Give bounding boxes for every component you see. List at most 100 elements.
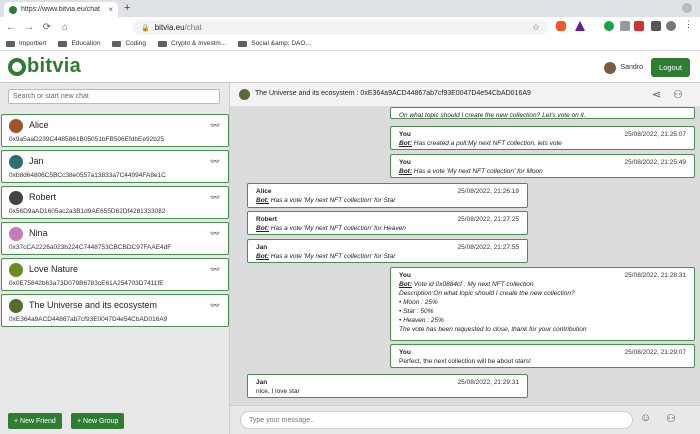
message-bubble: Jan 25/08/2022, 21:29:31 nice, I love star [247, 374, 528, 398]
puzzle-icon[interactable] [651, 21, 661, 31]
address-bar[interactable]: 🔒 bitvia.eu/chat ☆ [133, 20, 548, 35]
address-path: /chat [184, 23, 202, 32]
contact-item[interactable]: Alice 👓 0x9a5aaD239C4485861B05051bFB506Efd… [1, 114, 229, 147]
logout-button[interactable]: Logout [651, 58, 690, 77]
message-bubble: You 25/08/2022, 21:28:31 Bot: Vote id 0x08… [390, 267, 695, 341]
add-member-icon[interactable]: ⚇ [673, 88, 683, 101]
message-bubble: On what topic should I create the new co… [390, 107, 695, 119]
glasses-icon: 👓 [210, 301, 220, 310]
bot-label: Bot: [256, 225, 269, 232]
message-time: 25/08/2022, 21:27:55 [457, 244, 519, 251]
contact-name: The Universe and its ecosystem [29, 300, 158, 310]
send-money-icon[interactable]: ⚇ [666, 412, 676, 425]
message-text: nice, I love star [256, 388, 300, 395]
emoji-icon[interactable]: ☺ [640, 412, 651, 424]
home-icon[interactable]: ⌂ [58, 22, 72, 33]
contacts-sidebar: Search or start new chat Alice 👓 0x9a5aaD2… [0, 83, 230, 434]
message-text: Bot: Vote id 0x0884cf : My next NFT coll… [399, 280, 686, 289]
tab-title: https://www.bitvia.eu/chat [21, 6, 100, 13]
user-box: Sandro Logout [604, 58, 690, 77]
contact-address: 0x37cCA2226a023b224C7448753CBCBDC97FAAE4… [9, 244, 172, 251]
contact-avatar [9, 119, 23, 133]
bot-label: Bot: [399, 168, 412, 175]
message-time: 25/08/2022, 21:27:25 [457, 216, 519, 223]
menu-icon[interactable]: ⋮ [684, 19, 694, 29]
folder-icon [58, 40, 68, 47]
brave-shield-icon[interactable] [556, 21, 566, 31]
reload-icon[interactable]: ⟳ [40, 22, 54, 33]
bookmark-crypto[interactable]: Crypto & Investm... [157, 40, 226, 47]
contact-avatar [9, 299, 23, 313]
profile-icon[interactable] [666, 21, 676, 31]
message-bubble: Jan 25/08/2022, 21:27:55 Bot: Has a vote '… [247, 239, 528, 263]
folder-icon [6, 40, 15, 47]
share-icon[interactable]: ⋖ [652, 88, 661, 101]
folder-icon [157, 40, 167, 47]
contact-avatar [9, 191, 23, 205]
address-host: bitvia.eu [154, 23, 185, 32]
new-friend-button[interactable]: + New Friend [8, 413, 62, 429]
glasses-icon: 👓 [210, 157, 220, 166]
bookmark-education[interactable]: Education [58, 40, 100, 47]
bookmark-coding[interactable]: Coding [112, 40, 146, 47]
contact-address: 0x9a5aaD239C4485861B05051bFB506EfdbEe92b… [9, 136, 165, 143]
back-icon[interactable]: ← [4, 22, 18, 33]
grammarly-icon[interactable] [604, 21, 614, 31]
contact-address: 0xE364a9ACD44867ab7cf93E0047D4e54CbAD016… [9, 316, 168, 323]
extension-icon[interactable] [620, 21, 630, 31]
tab-search-icon[interactable] [682, 3, 692, 13]
browser-tab-bar: https://www.bitvia.eu/chat × + [0, 0, 700, 17]
bookmark-importiert[interactable]: Importiert [6, 40, 46, 47]
message-input[interactable]: Type your message.. [240, 411, 633, 429]
contact-avatar [9, 263, 23, 277]
new-group-button[interactable]: + New Group [71, 413, 125, 429]
bookmark-social[interactable]: Social &amp; DAO... [238, 40, 311, 47]
contact-item[interactable]: Love Nature 👓 0x0E75842b63a73D079B6783cE61… [1, 258, 229, 291]
bitvia-logo[interactable]: bitvia [8, 55, 81, 78]
favicon-icon [9, 5, 17, 14]
contact-name: Jan [29, 156, 44, 166]
message-text: Bot: Has a vote 'My next NFT collection'… [256, 252, 519, 261]
contact-item[interactable]: Nina 👓 0x37cCA2226a023b224C7448753CBCBDC97… [1, 222, 229, 255]
contact-name: Love Nature [29, 264, 79, 274]
glasses-icon: 👓 [210, 193, 220, 202]
message-time: 25/08/2022, 21:29:07 [624, 349, 686, 356]
contact-name: Nina [29, 228, 48, 238]
message-time: 25/08/2022, 21:25:49 [624, 159, 686, 166]
browser-tab[interactable]: https://www.bitvia.eu/chat × [4, 2, 118, 17]
contact-item[interactable]: Jan 👓 0xb8d64806C5BCc38e0557a13833a7C44994… [1, 150, 229, 183]
chat-avatar [239, 89, 250, 100]
contact-address: 0x56D9aAD1605ac2a3B1d9AE655D62Df42813330… [9, 208, 166, 215]
chat-header: The Universe and its ecosystem : 0xE364a… [230, 83, 700, 107]
message-composer: Type your message.. ☺ ⚇ [230, 405, 700, 434]
message-bubble: You 25/08/2022, 21:29:07 Perfect, the next… [390, 344, 695, 368]
bot-text: Has created a poll:My next NFT collectio… [412, 140, 562, 147]
message-text: • Moon : 25% [399, 299, 438, 306]
extension-red-icon[interactable] [634, 21, 644, 31]
message-list[interactable]: On what topic should I create the new co… [230, 107, 700, 405]
folder-icon [112, 40, 122, 47]
message-text: On what topic should I create the new co… [399, 112, 586, 119]
close-tab-icon[interactable]: × [108, 5, 113, 14]
forward-icon[interactable]: → [22, 22, 36, 33]
bookmark-star-icon[interactable]: ☆ [532, 22, 540, 33]
contact-item[interactable]: Robert 👓 0x56D9aAD1605ac2a3B1d9AE655D62Df4… [1, 186, 229, 219]
bot-label: Bot: [399, 140, 412, 147]
message-text: Bot: Has created a poll:My next NFT coll… [399, 139, 686, 148]
message-time: 25/08/2022, 21:28:31 [624, 272, 686, 279]
message-text: Perfect, the next collection will be abo… [399, 358, 531, 365]
contact-avatar [9, 155, 23, 169]
bot-label: Bot: [399, 281, 412, 288]
brave-rewards-icon[interactable] [575, 21, 585, 31]
new-tab-button[interactable]: + [124, 2, 130, 14]
search-input[interactable]: Search or start new chat [8, 89, 220, 104]
bot-label: Bot: [256, 253, 269, 260]
message-bubble: You 25/08/2022, 21:25:49 Bot: Has a vote '… [390, 154, 695, 178]
message-time: 25/08/2022, 21:25:07 [624, 131, 686, 138]
message-bubble: Robert 25/08/2022, 21:27:25 Bot: Has a vot… [247, 211, 528, 235]
message-text: The vote has been requested to close, th… [399, 326, 587, 333]
user-avatar[interactable] [604, 61, 617, 74]
bot-text: Has a vote 'My next NFT collection' for … [269, 253, 396, 260]
contact-address: 0x0E75842b63a73D079B6783cE61A254703D7411… [9, 280, 164, 287]
contact-item[interactable]: The Universe and its ecosystem 👓 0xE364a9A… [1, 294, 229, 327]
